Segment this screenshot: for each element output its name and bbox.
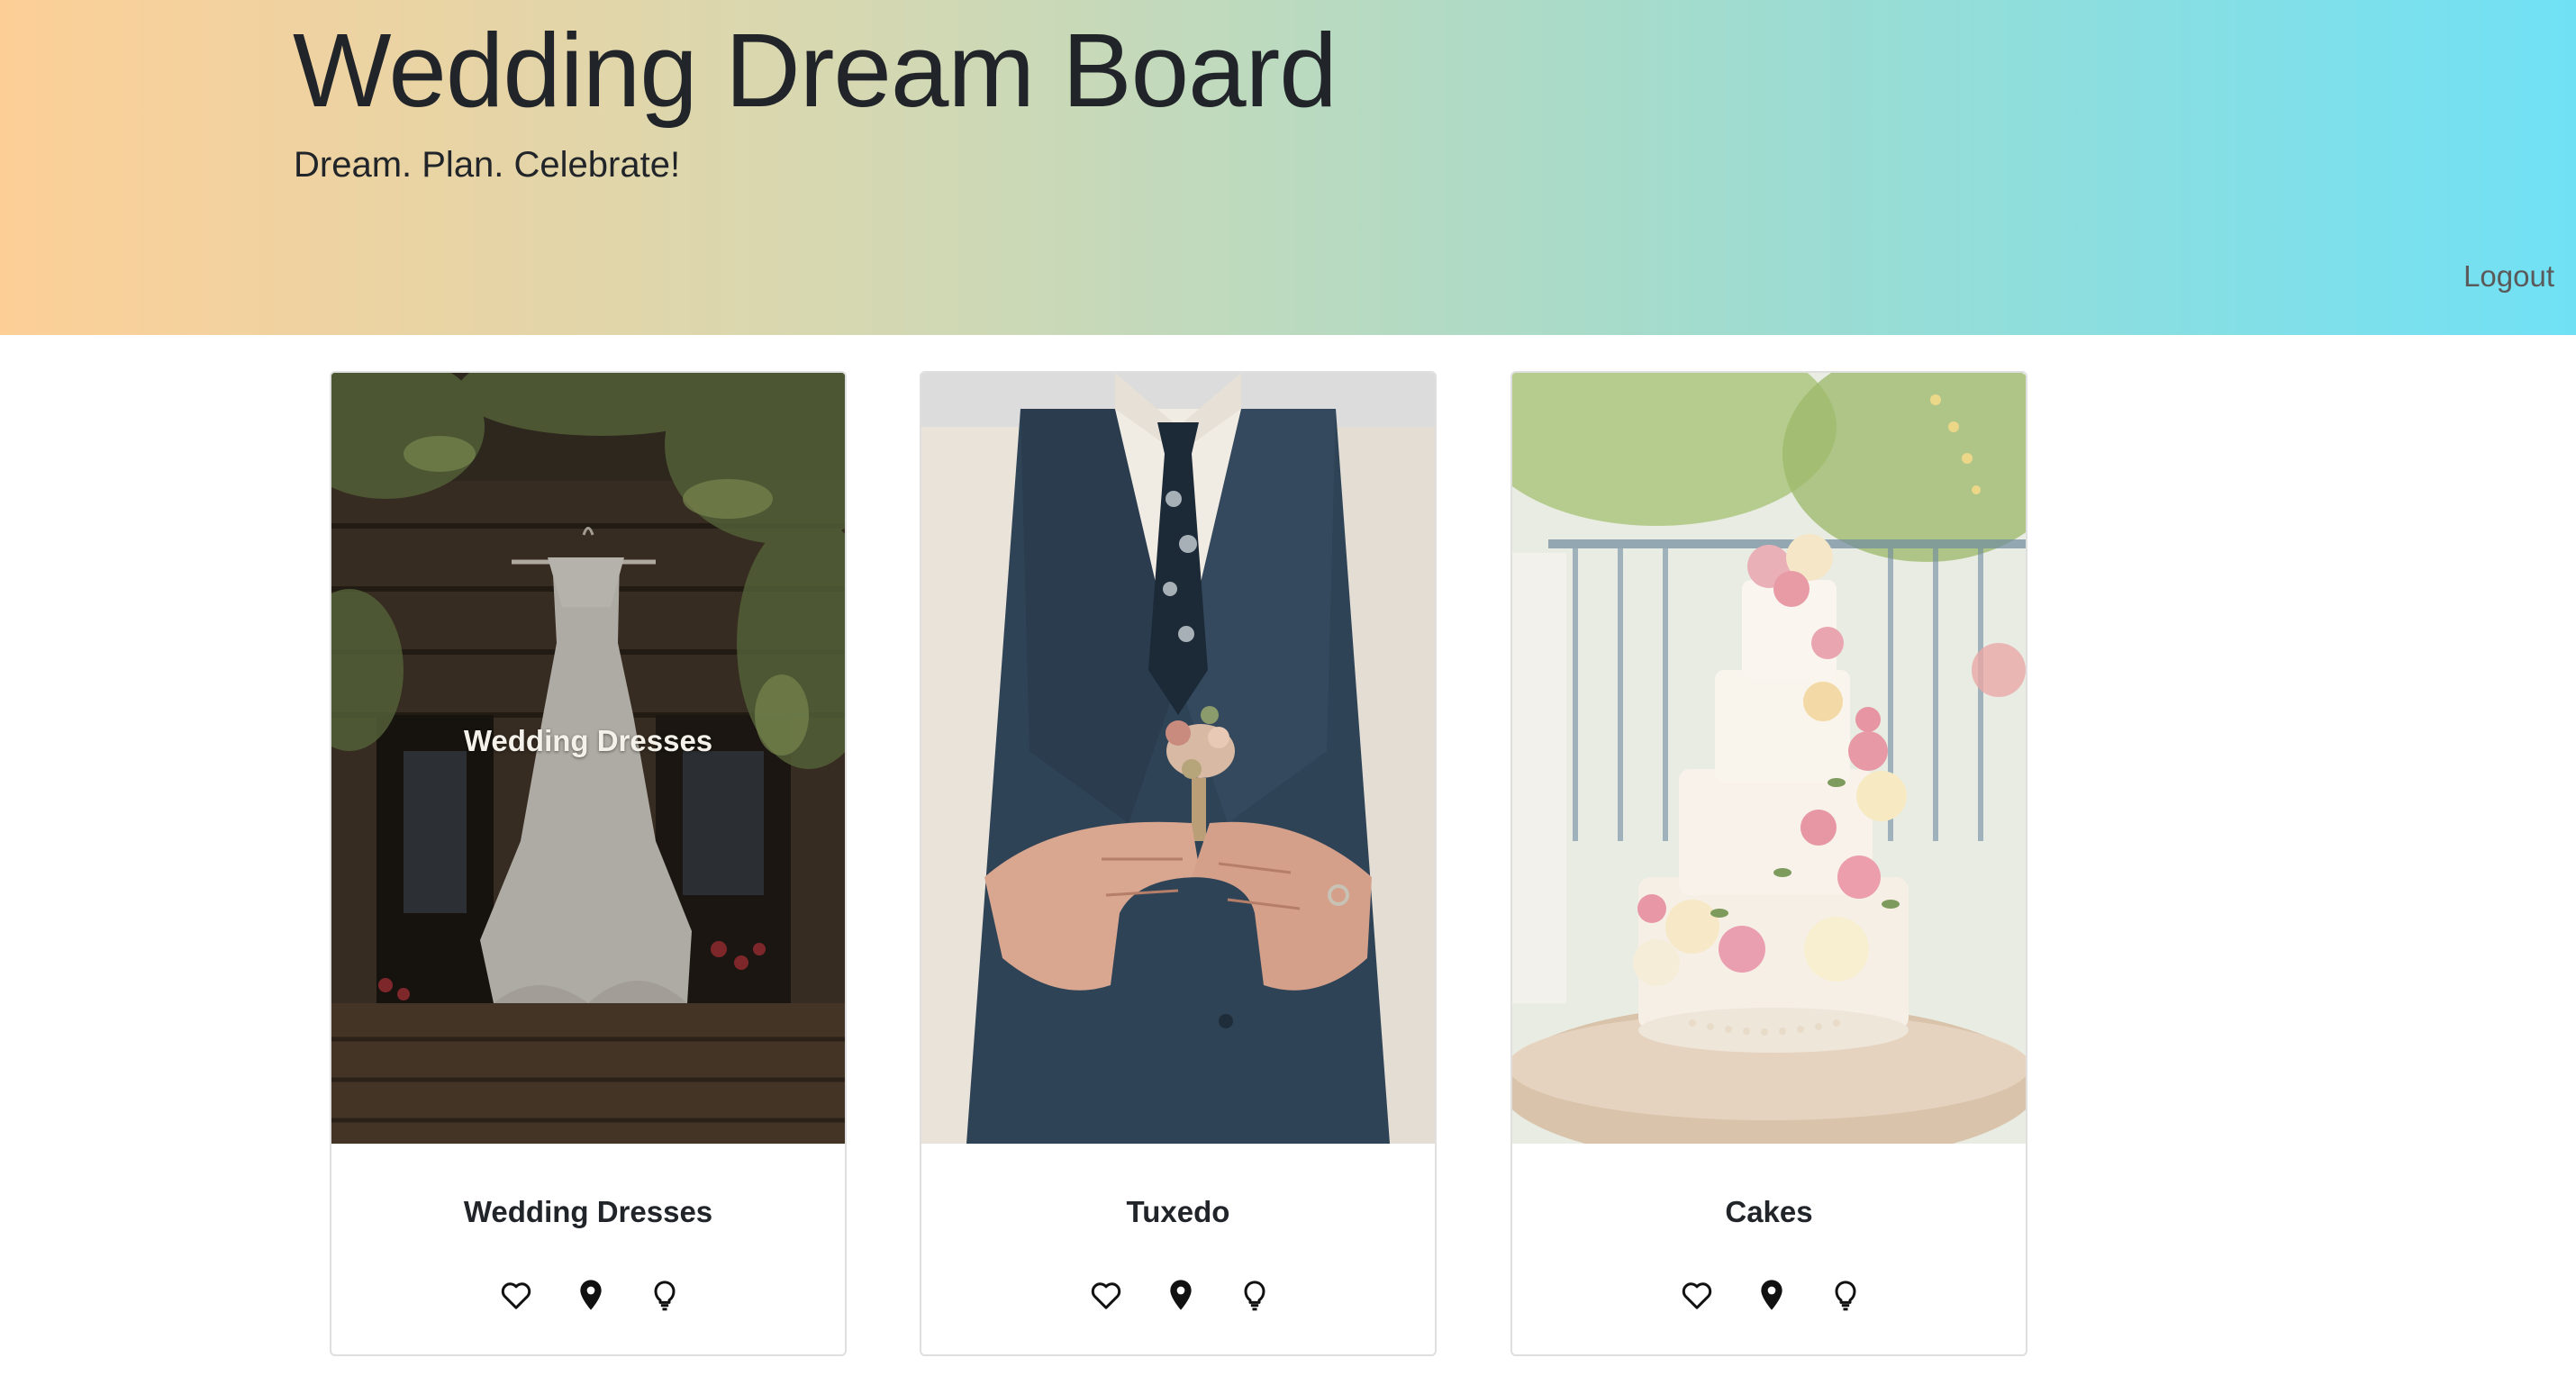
lightbulb-icon[interactable] [1237,1277,1273,1313]
card-title: Tuxedo [1126,1195,1230,1228]
card-actions [1512,1277,2026,1313]
category-card-tuxedo[interactable]: Tuxedo [920,371,1437,1356]
category-card-wedding-dresses[interactable]: Wedding Dresses Wedding Dresses [330,371,847,1356]
lightbulb-icon[interactable] [647,1277,683,1313]
card-title: Wedding Dresses [463,1195,713,1228]
card-title: Cakes [1725,1195,1813,1228]
wedding-dress-photo[interactable]: Wedding Dresses [331,373,845,1144]
site-title: Wedding Dream Board [293,12,1338,129]
lightbulb-icon[interactable] [1828,1277,1864,1313]
category-card-cakes[interactable]: Cakes [1510,371,2027,1356]
card-image-overlay-label: Wedding Dresses [463,724,713,757]
card-body: Cakes [1512,1144,2026,1354]
site-tagline: Dream. Plan. Celebrate! [294,145,681,185]
logout-link[interactable]: Logout [2463,258,2554,294]
tuxedo-boutonniere-photo[interactable] [921,373,1435,1144]
card-actions [921,1277,1435,1313]
card-body: Wedding Dresses [331,1144,845,1354]
site-header: Wedding Dream Board Dream. Plan. Celebra… [0,0,2576,335]
heart-icon[interactable] [1088,1277,1124,1313]
map-pin-icon[interactable] [1163,1277,1199,1313]
wedding-cake-photo[interactable] [1512,373,2026,1144]
heart-icon[interactable] [1679,1277,1715,1313]
map-pin-icon[interactable] [573,1277,609,1313]
card-actions [331,1277,845,1313]
category-card-grid: Wedding Dresses Wedding Dresses Tuxedo C… [0,371,2576,1362]
heart-icon[interactable] [498,1277,534,1313]
card-body: Tuxedo [921,1144,1435,1354]
map-pin-icon[interactable] [1754,1277,1790,1313]
